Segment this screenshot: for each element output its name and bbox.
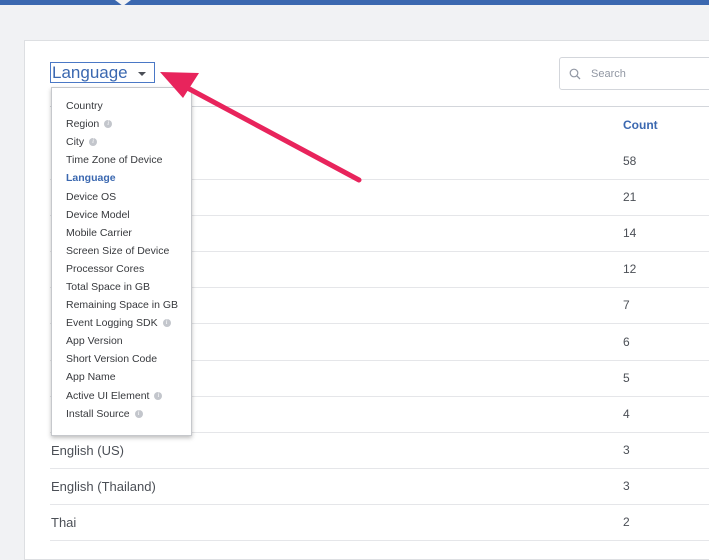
- row-language-name: Thai: [51, 515, 77, 530]
- dropdown-item-country[interactable]: Country: [52, 97, 191, 115]
- dropdown-item-region[interactable]: Region: [52, 115, 191, 133]
- row-count: 58: [623, 154, 637, 168]
- count-column-header[interactable]: Count: [623, 118, 658, 132]
- dropdown-item-label: Processor Cores: [66, 262, 145, 275]
- search-input[interactable]: [589, 66, 709, 81]
- row-count: 7: [623, 298, 630, 313]
- dropdown-item-short-version-code[interactable]: Short Version Code: [52, 350, 191, 368]
- table-row[interactable]: Thai 2: [50, 504, 709, 541]
- info-icon[interactable]: [134, 409, 143, 418]
- row-count: 12: [623, 262, 637, 277]
- info-icon[interactable]: [89, 137, 98, 147]
- dropdown-item-label: Language: [66, 172, 116, 185]
- top-bar: [0, 0, 709, 6]
- info-icon[interactable]: [104, 119, 113, 129]
- table-row[interactable]: English (Thailand) 3: [50, 468, 709, 505]
- dropdown-item-time-zone-of-device[interactable]: Time Zone of Device: [52, 151, 191, 169]
- dropdown-item-label: Device OS: [66, 190, 117, 203]
- dropdown-item-label: App Version: [66, 335, 123, 348]
- dropdown-item-device-os[interactable]: Device OS: [52, 187, 191, 205]
- row-count: 3: [623, 478, 630, 493]
- dropdown-item-label: App Name: [66, 371, 116, 384]
- row-count: 2: [623, 515, 630, 529]
- dropdown-item-language[interactable]: Language: [52, 169, 191, 187]
- row-count: 6: [623, 334, 630, 349]
- dropdown-item-total-space-in-gb[interactable]: Total Space in GB: [52, 278, 191, 296]
- row-count: 5: [623, 370, 630, 385]
- row-language-name: English (US): [51, 442, 124, 458]
- dropdown-item-label: Screen Size of Device: [66, 244, 170, 257]
- dropdown-item-install-source[interactable]: Install Source: [52, 405, 191, 423]
- info-icon[interactable]: [154, 391, 163, 400]
- dropdown-item-label: City: [66, 136, 85, 149]
- dimension-dropdown-button[interactable]: Language: [50, 62, 155, 83]
- dropdown-item-processor-cores[interactable]: Processor Cores: [52, 260, 191, 278]
- row-count: 14: [623, 226, 637, 241]
- dropdown-item-device-model[interactable]: Device Model: [52, 206, 191, 224]
- row-count: 21: [623, 190, 637, 205]
- caret-down-icon: [137, 71, 146, 76]
- dimension-dropdown-label: Language: [52, 63, 128, 82]
- dropdown-item-label: Total Space in GB: [66, 280, 151, 293]
- dropdown-item-label: Time Zone of Device: [66, 154, 163, 167]
- active-tab-notch: [115, 0, 131, 6]
- dropdown-item-label: Active UI Element: [66, 389, 150, 402]
- dropdown-item-label: Country: [66, 100, 103, 113]
- dropdown-item-label: Install Source: [66, 407, 130, 420]
- dropdown-item-label: Device Model: [66, 208, 130, 221]
- row-language-name: English (Thailand): [51, 478, 156, 494]
- info-icon[interactable]: [162, 318, 171, 328]
- dropdown-item-event-logging-sdk[interactable]: Event Logging SDK: [52, 314, 191, 332]
- search-icon: [569, 68, 581, 79]
- search-box[interactable]: [559, 57, 709, 90]
- dropdown-item-label: Event Logging SDK: [66, 317, 158, 330]
- dimension-dropdown-menu: Country Region City Time Zone of Device Lang…: [51, 87, 192, 436]
- dropdown-item-screen-size-of-device[interactable]: Screen Size of Device: [52, 242, 191, 260]
- row-count: 3: [623, 442, 630, 457]
- dropdown-item-label: Region: [66, 118, 100, 131]
- dropdown-item-label: Remaining Space in GB: [66, 299, 179, 312]
- dropdown-item-label: Short Version Code: [66, 353, 158, 366]
- dropdown-item-app-version[interactable]: App Version: [52, 332, 191, 350]
- row-count: 4: [623, 406, 630, 421]
- dropdown-item-label: Mobile Carrier: [66, 226, 132, 239]
- dropdown-item-mobile-carrier[interactable]: Mobile Carrier: [52, 224, 191, 242]
- table-row[interactable]: English (US) 3: [50, 432, 709, 469]
- dropdown-item-active-ui-element[interactable]: Active UI Element: [52, 387, 191, 405]
- dropdown-item-remaining-space-in-gb[interactable]: Remaining Space in GB: [52, 296, 191, 314]
- dropdown-item-app-name[interactable]: App Name: [52, 368, 191, 386]
- dropdown-item-city[interactable]: City: [52, 133, 191, 151]
